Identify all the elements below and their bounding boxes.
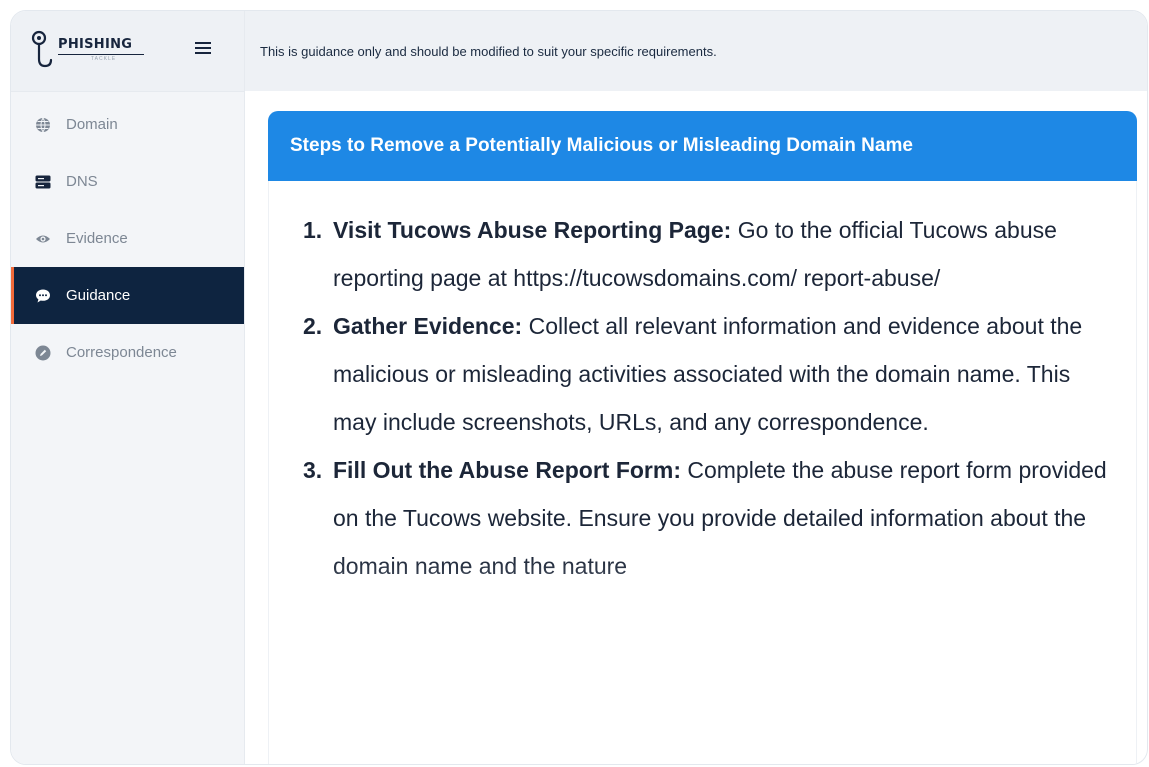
sidebar-item-label: Evidence	[66, 230, 128, 247]
sidebar-item-guidance[interactable]: Guidance	[11, 267, 244, 324]
step-item: 2. Gather Evidence: Collect all relevant…	[269, 302, 1136, 446]
hamburger-menu-icon[interactable]	[195, 42, 211, 56]
step-title: Visit Tucows Abuse Reporting Page:	[333, 217, 732, 243]
step-title: Fill Out the Abuse Report Form:	[333, 457, 681, 483]
top-bar: This is guidance only and should be modi…	[245, 11, 1147, 91]
sidebar-item-correspondence[interactable]: Correspondence	[11, 324, 244, 381]
server-icon	[35, 175, 51, 188]
step-number: 1.	[303, 217, 323, 243]
sidebar-item-label: Guidance	[66, 287, 131, 304]
guidance-notice: This is guidance only and should be modi…	[260, 43, 717, 59]
globe-icon	[36, 117, 50, 132]
pencil-icon	[35, 345, 51, 360]
app-window: PHISHING TACKLE Domain DNS Evidence Guid…	[10, 10, 1148, 765]
card-title: Steps to Remove a Potentially Malicious …	[268, 111, 1137, 181]
chat-bubble-icon	[36, 289, 50, 302]
brand-name: PHISHING	[58, 37, 133, 52]
steps-list: 1. Visit Tucows Abuse Reporting Page: Go…	[269, 181, 1136, 590]
step-title: Gather Evidence:	[333, 313, 523, 339]
sidebar-item-label: Domain	[66, 116, 118, 133]
step-number: 2.	[303, 313, 323, 339]
sidebar-item-label: DNS	[66, 173, 98, 190]
eye-icon	[36, 235, 50, 242]
sidebar-nav: Domain DNS Evidence Guidance Corresponde…	[11, 96, 244, 381]
sidebar-item-dns[interactable]: DNS	[11, 153, 244, 210]
step-item: 3. Fill Out the Abuse Report Form: Compl…	[269, 446, 1136, 590]
sidebar-item-label: Correspondence	[66, 344, 177, 361]
sidebar: PHISHING TACKLE Domain DNS Evidence Guid…	[11, 11, 245, 764]
step-item: 1. Visit Tucows Abuse Reporting Page: Go…	[269, 206, 1136, 302]
step-number: 3.	[303, 457, 323, 483]
sidebar-item-domain[interactable]: Domain	[11, 96, 244, 153]
brand-bar: PHISHING TACKLE	[11, 11, 244, 92]
brand-subtitle: TACKLE	[91, 56, 117, 62]
card-body[interactable]: 1. Visit Tucows Abuse Reporting Page: Go…	[268, 181, 1137, 764]
guidance-card: Steps to Remove a Potentially Malicious …	[268, 111, 1137, 764]
sidebar-item-evidence[interactable]: Evidence	[11, 210, 244, 267]
brand-underline	[58, 54, 144, 55]
